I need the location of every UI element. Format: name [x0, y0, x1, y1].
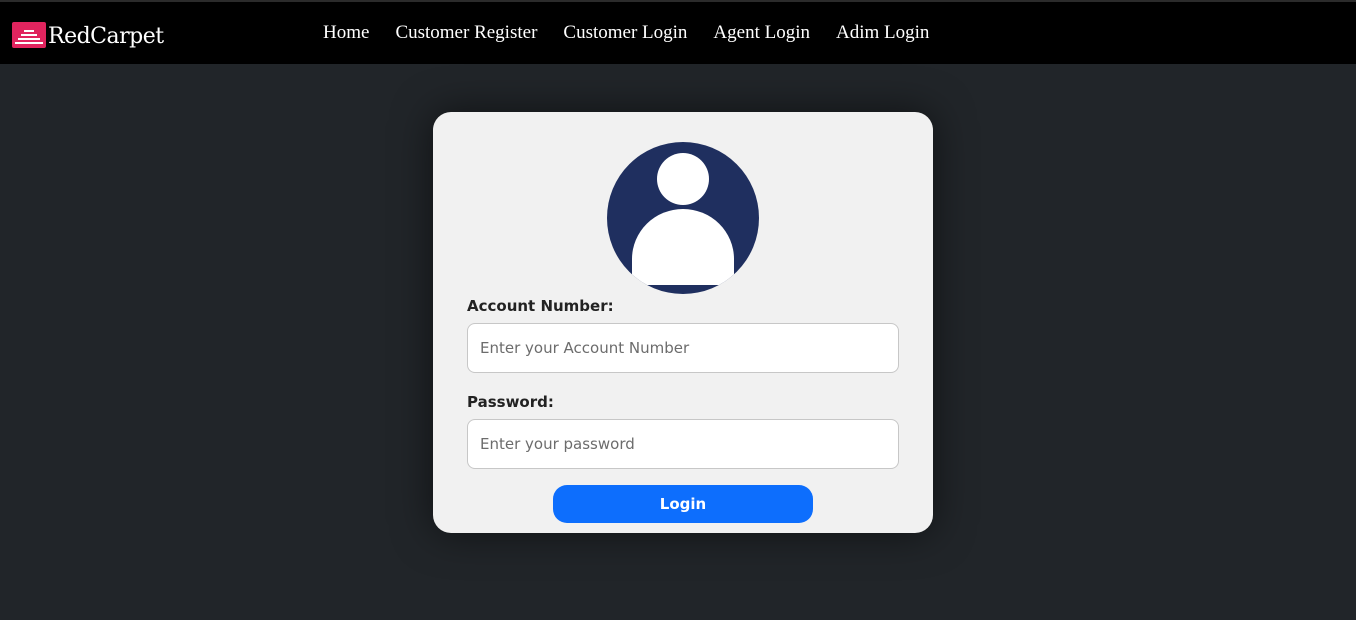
password-input[interactable]: [467, 419, 899, 469]
nav-agent-login[interactable]: Agent Login: [713, 22, 810, 44]
brand-name: RedCarpet: [48, 23, 164, 49]
red-carpet-stairs-icon: [12, 22, 46, 48]
account-number-label: Account Number:: [467, 297, 614, 315]
login-card: Account Number: Password: Login: [433, 112, 933, 533]
nav-customer-register[interactable]: Customer Register: [395, 22, 537, 44]
password-label: Password:: [467, 393, 554, 411]
account-number-input[interactable]: [467, 323, 899, 373]
nav-customer-login[interactable]: Customer Login: [563, 22, 687, 44]
top-navbar: RedCarpet Home Customer Register Custome…: [0, 0, 1356, 64]
nav-admin-login[interactable]: Adim Login: [836, 22, 929, 44]
nav-home[interactable]: Home: [323, 22, 369, 44]
brand-link[interactable]: RedCarpet: [12, 20, 164, 50]
user-avatar-icon: [607, 142, 759, 294]
login-button[interactable]: Login: [553, 485, 813, 523]
avatar-body: [632, 209, 734, 285]
nav-links: Home Customer Register Customer Login Ag…: [323, 22, 955, 44]
avatar-head: [657, 153, 709, 205]
